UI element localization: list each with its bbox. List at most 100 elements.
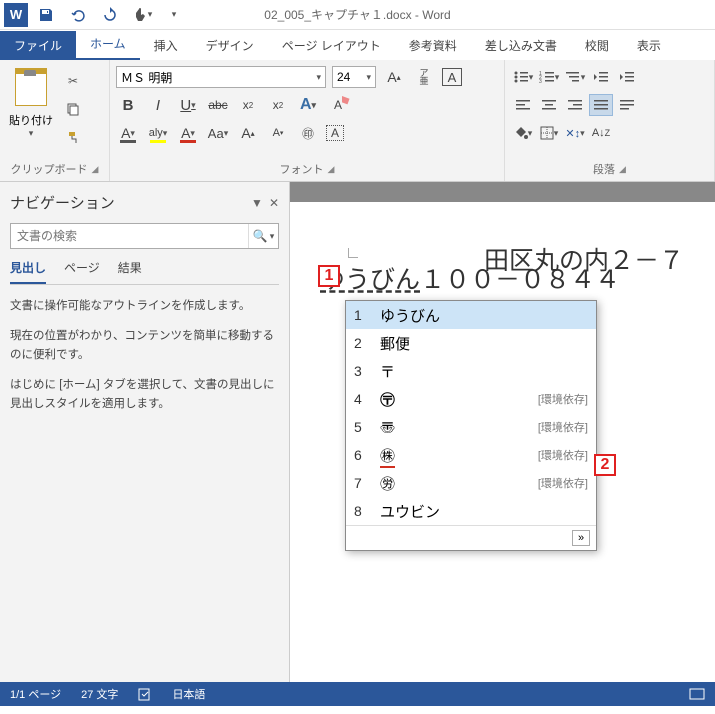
search-icon[interactable]: 🔍▾ bbox=[248, 224, 278, 248]
decrease-indent-icon[interactable] bbox=[589, 66, 613, 88]
tab-design[interactable]: デザイン bbox=[192, 31, 268, 60]
numbering-icon[interactable]: 123▾ bbox=[537, 66, 561, 88]
align-left-icon[interactable] bbox=[511, 94, 535, 116]
status-bar: 1/1 ページ 27 文字 日本語 bbox=[0, 682, 715, 706]
ime-candidate-8[interactable]: 8ユウビン bbox=[346, 497, 596, 525]
tab-mailings[interactable]: 差し込み文書 bbox=[471, 31, 571, 60]
status-page[interactable]: 1/1 ページ bbox=[10, 686, 61, 702]
char-format-icon[interactable]: A bbox=[326, 125, 344, 141]
nav-tab-results[interactable]: 結果 bbox=[118, 259, 142, 284]
font-color-icon[interactable]: A▾ bbox=[176, 122, 200, 144]
copy-icon[interactable] bbox=[62, 98, 84, 120]
shrink-font-icon[interactable]: A▴ bbox=[236, 122, 260, 144]
ime-candidate-4[interactable]: 4〶[環境依存] bbox=[346, 385, 596, 413]
grow-font-icon[interactable]: A▴ bbox=[382, 66, 406, 88]
status-word-count[interactable]: 27 文字 bbox=[81, 686, 118, 702]
navigation-pane: ナビゲーション ▼ ✕ 🔍▾ 見出し ページ 結果 文書に操作可能なアウトラインを… bbox=[0, 182, 290, 682]
format-painter-icon[interactable] bbox=[62, 126, 84, 148]
tab-home[interactable]: ホーム bbox=[76, 29, 140, 60]
status-view-icon[interactable] bbox=[689, 688, 705, 700]
tab-review[interactable]: 校閲 bbox=[571, 31, 623, 60]
ime-candidate-list[interactable]: 1ゆうびん2郵便3〒4〶[環境依存]5〠[環境依存]6㊑[環境依存]7㊘[環境依… bbox=[345, 300, 597, 551]
borders-icon[interactable]: ▾ bbox=[537, 122, 561, 144]
char-border-icon[interactable]: A bbox=[442, 68, 462, 86]
paste-icon bbox=[15, 68, 47, 106]
nav-dropdown-icon[interactable]: ▼ bbox=[251, 196, 263, 210]
save-icon[interactable] bbox=[32, 3, 60, 27]
group-clipboard: 貼り付け ▾ ✂ クリップボード ◢ bbox=[0, 60, 110, 181]
ime-candidate-3[interactable]: 3〒 bbox=[346, 357, 596, 385]
align-center-icon[interactable] bbox=[537, 94, 561, 116]
superscript-button[interactable]: x2 bbox=[266, 94, 290, 116]
shrink-font2-icon[interactable]: A▾ bbox=[266, 122, 290, 144]
font-label: フォント bbox=[280, 161, 324, 177]
page[interactable]: 1 ゆうびん１００－０８４４ 田区丸の内２－７ 1ゆうびん2郵便3〒4〶[環境依… bbox=[290, 202, 715, 682]
paste-button[interactable]: 貼り付け ▾ bbox=[6, 64, 56, 156]
italic-button[interactable]: I bbox=[146, 94, 170, 116]
increase-indent-icon[interactable] bbox=[615, 66, 639, 88]
redo-icon[interactable] bbox=[96, 3, 124, 27]
asian-layout-icon[interactable]: ✕↕▾ bbox=[563, 122, 587, 144]
ime-candidate-6[interactable]: 6㊑[環境依存] bbox=[346, 441, 596, 469]
paragraph-label: 段落 bbox=[593, 161, 615, 177]
char-shading-icon[interactable]: A▾ bbox=[116, 122, 140, 144]
nav-help-text: 文書に操作可能なアウトラインを作成します。 現在の位置がわかり、コンテンツを簡単… bbox=[10, 297, 279, 425]
callout-marker-2: 2 bbox=[594, 454, 616, 476]
paste-label: 貼り付け bbox=[9, 112, 53, 128]
ime-candidate-7[interactable]: 7㊘[環境依存] bbox=[346, 469, 596, 497]
enclose-char-icon[interactable]: ㊞ bbox=[296, 122, 320, 144]
align-justify-icon[interactable] bbox=[589, 94, 613, 116]
align-right-icon[interactable] bbox=[563, 94, 587, 116]
qat-customize-icon[interactable]: ▾ bbox=[160, 3, 188, 27]
nav-title: ナビゲーション bbox=[10, 192, 115, 213]
doc-line2: 田区丸の内２－７ bbox=[484, 241, 684, 277]
change-case-icon[interactable]: Aa▾ bbox=[206, 122, 230, 144]
ime-candidate-2[interactable]: 2郵便 bbox=[346, 329, 596, 357]
search-input[interactable] bbox=[11, 224, 248, 248]
strikethrough-button[interactable]: abc bbox=[206, 94, 230, 116]
word-app-icon[interactable]: W bbox=[4, 3, 28, 27]
clipboard-launcher-icon[interactable]: ◢ bbox=[92, 164, 99, 175]
clipboard-label: クリップボード bbox=[11, 161, 88, 177]
ribbon-tabs: ファイル ホーム 挿入 デザイン ページ レイアウト 参考資料 差し込み文書 校… bbox=[0, 30, 715, 60]
group-paragraph: ▾ 123▾ ▾ ▾ ▾ ✕↕▾ A↓Z 段落 ◢ bbox=[505, 60, 715, 181]
underline-button[interactable]: U ▾ bbox=[176, 94, 200, 116]
tab-references[interactable]: 参考資料 bbox=[395, 31, 471, 60]
font-size-combo[interactable]: 24▾ bbox=[332, 66, 376, 88]
clear-formatting-icon[interactable]: A bbox=[326, 94, 350, 116]
nav-tab-headings[interactable]: 見出し bbox=[10, 259, 46, 284]
touch-mode-icon[interactable]: ▾ bbox=[128, 3, 156, 27]
shading-icon[interactable]: ▾ bbox=[511, 122, 535, 144]
tab-insert[interactable]: 挿入 bbox=[140, 31, 192, 60]
tab-layout[interactable]: ページ レイアウト bbox=[268, 31, 395, 60]
font-launcher-icon[interactable]: ◢ bbox=[328, 164, 335, 175]
tab-file[interactable]: ファイル bbox=[0, 31, 76, 60]
ime-expand-icon[interactable]: » bbox=[572, 530, 590, 546]
group-font: ＭＳ 明朝▾ 24▾ A▴ ア亜 A B I U ▾ abc x2 x2 A▾ … bbox=[110, 60, 505, 181]
status-language[interactable]: 日本語 bbox=[172, 686, 205, 702]
undo-icon[interactable] bbox=[64, 3, 92, 27]
text-effects-icon[interactable]: A▾ bbox=[296, 94, 320, 116]
sort-icon[interactable]: A↓Z bbox=[589, 122, 613, 144]
nav-search[interactable]: 🔍▾ bbox=[10, 223, 279, 249]
quick-access-toolbar: W ▾ ▾ bbox=[0, 0, 188, 29]
status-proofing-icon[interactable] bbox=[138, 687, 152, 701]
font-name-combo[interactable]: ＭＳ 明朝▾ bbox=[116, 66, 326, 88]
distribute-icon[interactable] bbox=[615, 94, 639, 116]
bold-button[interactable]: B bbox=[116, 94, 140, 116]
cut-icon[interactable]: ✂ bbox=[62, 70, 84, 92]
ime-candidate-5[interactable]: 5〠[環境依存] bbox=[346, 413, 596, 441]
bullets-icon[interactable]: ▾ bbox=[511, 66, 535, 88]
title-bar: W ▾ ▾ 02_005_キャプチャ１.docx - Word bbox=[0, 0, 715, 30]
highlight-icon[interactable]: aly▾ bbox=[146, 122, 170, 144]
subscript-button[interactable]: x2 bbox=[236, 94, 260, 116]
paragraph-launcher-icon[interactable]: ◢ bbox=[619, 164, 626, 175]
tab-view[interactable]: 表示 bbox=[623, 31, 675, 60]
document-area[interactable]: 1 ゆうびん１００－０８４４ 田区丸の内２－７ 1ゆうびん2郵便3〒4〶[環境依… bbox=[290, 182, 715, 682]
phonetic-guide-icon[interactable]: ア亜 bbox=[412, 66, 436, 88]
nav-close-icon[interactable]: ✕ bbox=[269, 196, 279, 210]
multilevel-list-icon[interactable]: ▾ bbox=[563, 66, 587, 88]
ime-candidate-1[interactable]: 1ゆうびん bbox=[346, 301, 596, 329]
nav-tab-pages[interactable]: ページ bbox=[64, 259, 100, 284]
callout-marker-1: 1 bbox=[318, 265, 340, 287]
